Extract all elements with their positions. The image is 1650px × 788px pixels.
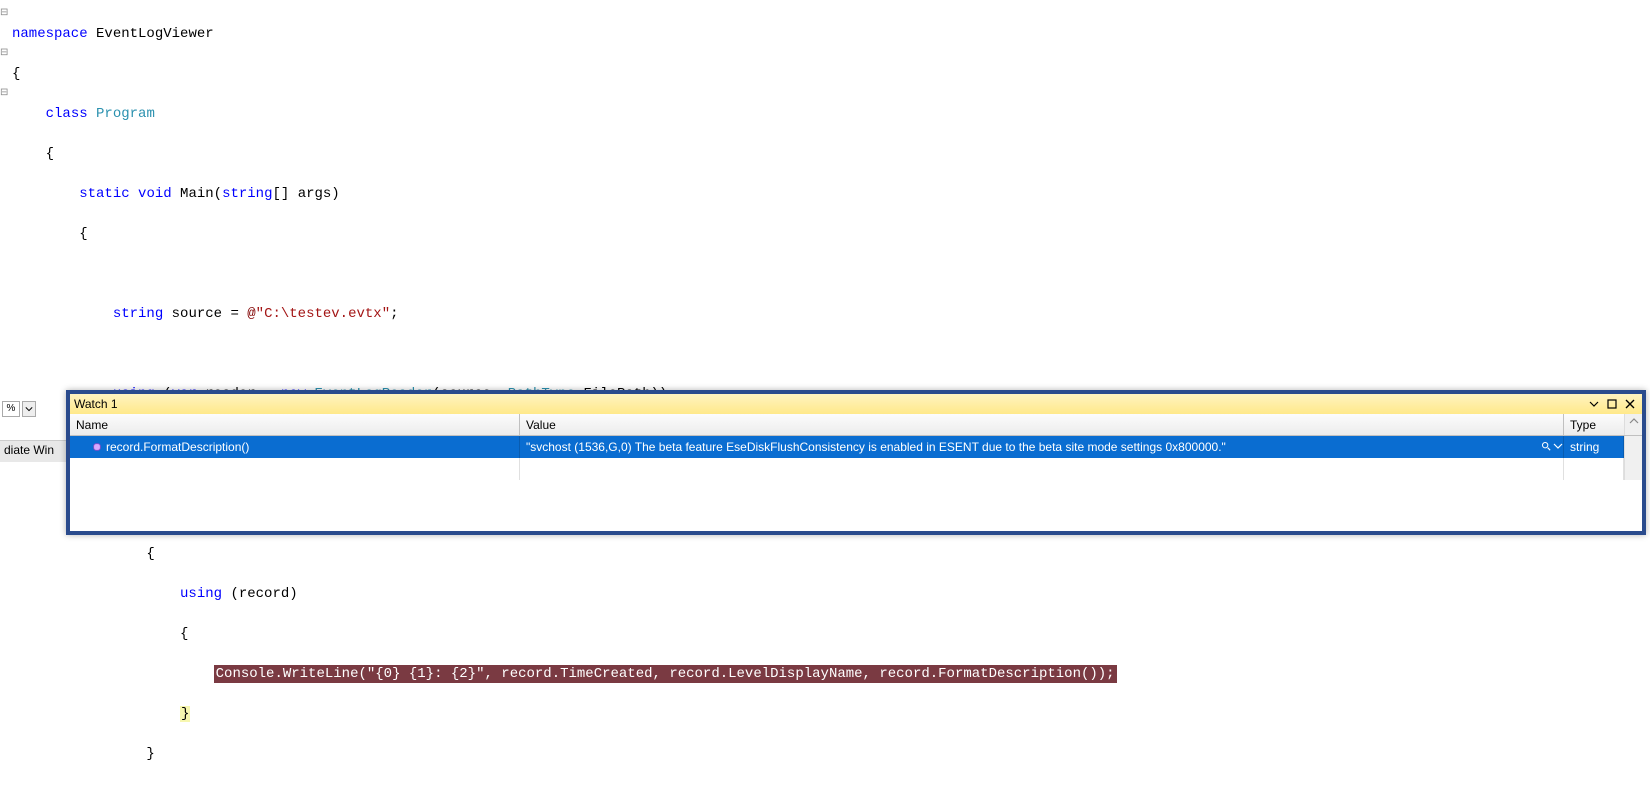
column-header-value[interactable]: Value [520,414,1564,435]
code-line: } [10,744,1650,764]
code-line: { [10,64,1650,84]
watch-value-text: "svchost (1536,G,0) The beta feature Ese… [526,440,1537,454]
code-line: Console.WriteLine("{0} {1}: {2}", record… [10,664,1650,684]
column-header-type[interactable]: Type [1564,414,1624,435]
window-options-button[interactable] [1586,397,1602,411]
close-icon [1625,399,1635,409]
watch-cell-name[interactable]: record.FormatDescription() [70,436,520,458]
scrollbar-track[interactable] [1624,436,1642,458]
magnifier-icon [1541,441,1551,451]
maximize-icon [1607,399,1617,409]
watch-cell-type[interactable] [1564,458,1624,480]
watch-grid: Name Value Type record.FormatDescription… [70,414,1642,531]
column-header-name[interactable]: Name [70,414,520,435]
watch-cell-value[interactable]: "svchost (1536,G,0) The beta feature Ese… [520,436,1564,458]
code-line: } [10,704,1650,724]
code-line: namespace EventLogViewer [10,24,1650,44]
code-line: class Program [10,104,1650,124]
zoom-percent[interactable]: % [2,401,20,417]
watch-cell-value[interactable] [520,458,1564,480]
watch-window-title: Watch 1 [74,397,1584,411]
zoom-toolbar: % [0,398,38,420]
code-line: static void Main(string[] args) [10,184,1650,204]
code-line [10,264,1650,284]
scrollbar-track[interactable] [1624,458,1642,480]
watch-header-row: Name Value Type [70,414,1642,436]
chevron-down-icon [1553,441,1563,451]
chevron-up-icon [1629,416,1639,426]
watch-window-titlebar[interactable]: Watch 1 [70,394,1642,414]
outline-collapse-icon[interactable]: ⊟ [0,44,8,64]
watch-cell-type[interactable]: string [1564,436,1624,458]
watch-row-empty[interactable] [70,458,1642,480]
chevron-down-icon [25,405,33,413]
code-line: using (record) [10,584,1650,604]
code-line: { [10,144,1650,164]
brace-match: } [180,706,190,722]
code-line [10,344,1650,364]
watch-row[interactable]: record.FormatDescription() "svchost (153… [70,436,1642,458]
outline-collapse-icon[interactable]: ⊟ [0,4,8,24]
visualizer-dropdown-button[interactable] [1553,440,1563,454]
outline-collapse-icon[interactable]: ⊟ [0,84,8,104]
chevron-down-icon [1589,399,1599,409]
text-visualizer-button[interactable] [1541,440,1551,454]
breakpoint-current-line: Console.WriteLine("{0} {1}: {2}", record… [214,665,1117,683]
watch-cell-name[interactable] [70,458,520,480]
scroll-up-button[interactable] [1624,414,1642,435]
zoom-dropdown-button[interactable] [22,401,36,417]
code-line: { [10,624,1650,644]
code-line: string source = @"C:\testev.evtx"; [10,304,1650,324]
code-line: { [10,224,1650,244]
maximize-button[interactable] [1604,397,1620,411]
immediate-window-tab[interactable]: diate Win [0,440,66,462]
close-button[interactable] [1622,397,1638,411]
code-line: { [10,544,1650,564]
watch-window: Watch 1 Name Value Type record.F [66,390,1646,535]
watch-name-text: record.FormatDescription() [106,440,249,454]
method-icon [90,442,104,452]
